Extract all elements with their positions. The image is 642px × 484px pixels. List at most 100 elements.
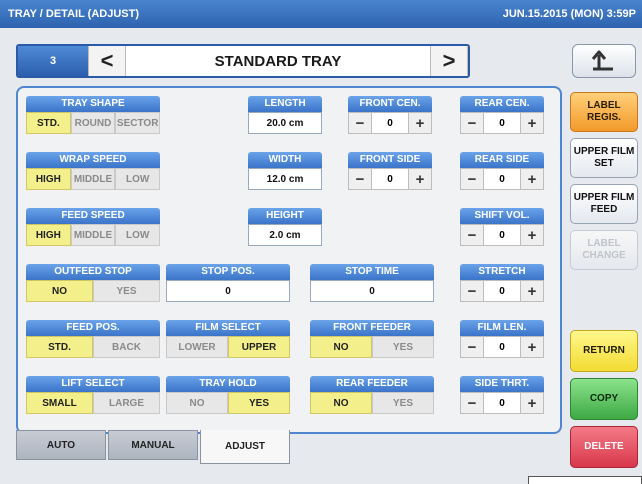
shift-vol-plus-button[interactable]: + [520, 224, 544, 246]
outfeed-stop-no[interactable]: NO [26, 280, 93, 302]
side-thrt-stepper: − 0 + [460, 392, 544, 414]
feed-pos-options: STD. BACK [26, 336, 160, 358]
tray-hold-label: TRAY HOLD [166, 376, 290, 392]
film-len-stepper: − 0 + [460, 336, 544, 358]
stop-time-field[interactable]: 0 [310, 280, 434, 302]
tray-hold-yes[interactable]: YES [228, 392, 290, 414]
shift-vol-group: SHIFT VOL. − 0 + [460, 208, 544, 246]
wrap-speed-label: WRAP SPEED [26, 152, 160, 168]
stretch-stepper: − 0 + [460, 280, 544, 302]
tab-auto[interactable]: AUTO [16, 430, 106, 460]
front-side-plus-button[interactable]: + [408, 168, 432, 190]
rear-side-minus-button[interactable]: − [460, 168, 484, 190]
wrap-speed-low[interactable]: LOW [115, 168, 161, 190]
side-thrt-group: SIDE THRT. − 0 + [460, 376, 544, 414]
front-feeder-yes[interactable]: YES [372, 336, 434, 358]
next-tray-button[interactable]: > [430, 46, 468, 76]
tray-shape-std[interactable]: STD. [26, 112, 71, 134]
upper-film-feed-button[interactable]: UPPER FILM FEED [570, 184, 638, 224]
length-field[interactable]: 20.0 cm [248, 112, 322, 134]
wrap-speed-options: HIGH MIDDLE LOW [26, 168, 161, 190]
shift-vol-minus-button[interactable]: − [460, 224, 484, 246]
shift-vol-label: SHIFT VOL. [460, 208, 544, 224]
back-button[interactable] [572, 44, 636, 78]
tray-shape-sector[interactable]: SECTOR [115, 112, 161, 134]
side-thrt-minus-button[interactable]: − [460, 392, 484, 414]
front-feeder-group: FRONT FEEDER NO YES [310, 320, 434, 358]
front-feeder-no[interactable]: NO [310, 336, 372, 358]
feed-speed-high[interactable]: HIGH [26, 224, 71, 246]
stretch-label: STRETCH [460, 264, 544, 280]
rear-feeder-no[interactable]: NO [310, 392, 372, 414]
stretch-group: STRETCH − 0 + [460, 264, 544, 302]
front-feeder-options: NO YES [310, 336, 434, 358]
rear-cen-minus-button[interactable]: − [460, 112, 484, 134]
stretch-plus-button[interactable]: + [520, 280, 544, 302]
mode-tabs: AUTO MANUAL ADJUST [16, 430, 292, 464]
stop-time-group: STOP TIME 0 [310, 264, 434, 302]
stretch-minus-button[interactable]: − [460, 280, 484, 302]
lift-select-large[interactable]: LARGE [93, 392, 160, 414]
outfeed-stop-label: OUTFEED STOP [26, 264, 160, 280]
lift-select-options: SMALL LARGE [26, 392, 160, 414]
rear-side-plus-button[interactable]: + [520, 168, 544, 190]
copy-button[interactable]: COPY [570, 378, 638, 420]
upper-film-set-button[interactable]: UPPER FILM SET [570, 138, 638, 178]
front-cen-group: FRONT CEN. − 0 + [348, 96, 432, 134]
film-len-minus-button[interactable]: − [460, 336, 484, 358]
prev-tray-button[interactable]: < [88, 46, 126, 76]
delete-button[interactable]: DELETE [570, 426, 638, 468]
tab-manual[interactable]: MANUAL [108, 430, 198, 460]
rear-feeder-yes[interactable]: YES [372, 392, 434, 414]
rear-cen-value: 0 [484, 112, 520, 134]
height-label: HEIGHT [248, 208, 322, 224]
length-group: LENGTH 20.0 cm [248, 96, 322, 134]
outfeed-stop-options: NO YES [26, 280, 160, 302]
front-side-minus-button[interactable]: − [348, 168, 372, 190]
return-arrow-icon [591, 50, 613, 71]
film-select-lower[interactable]: LOWER [166, 336, 228, 358]
tab-adjust[interactable]: ADJUST [200, 430, 290, 464]
tray-navigator: 3 < STANDARD TRAY > [16, 44, 470, 78]
stop-pos-field[interactable]: 0 [166, 280, 290, 302]
side-thrt-plus-button[interactable]: + [520, 392, 544, 414]
wrap-speed-high[interactable]: HIGH [26, 168, 71, 190]
rear-cen-label: REAR CEN. [460, 96, 544, 112]
lift-select-label: LIFT SELECT [26, 376, 160, 392]
wrap-speed-middle[interactable]: MIDDLE [70, 168, 116, 190]
outfeed-stop-yes[interactable]: YES [93, 280, 160, 302]
front-cen-minus-button[interactable]: − [348, 112, 372, 134]
feed-speed-low[interactable]: LOW [115, 224, 161, 246]
feed-pos-back[interactable]: BACK [93, 336, 160, 358]
rear-feeder-group: REAR FEEDER NO YES [310, 376, 434, 414]
rear-side-group: REAR SIDE − 0 + [460, 152, 544, 190]
feed-pos-std[interactable]: STD. [26, 336, 93, 358]
lift-select-small[interactable]: SMALL [26, 392, 93, 414]
return-button[interactable]: RETURN [570, 330, 638, 372]
screen-title: TRAY / DETAIL (ADJUST) [8, 8, 139, 20]
date-time: JUN.15.2015 (MON) 3:59P [502, 8, 636, 20]
film-select-options: LOWER UPPER [166, 336, 290, 358]
side-thrt-value: 0 [484, 392, 520, 414]
tray-hold-no[interactable]: NO [166, 392, 228, 414]
stop-pos-label: STOP POS. [166, 264, 290, 280]
width-label: WIDTH [248, 152, 322, 168]
front-cen-plus-button[interactable]: + [408, 112, 432, 134]
label-regis-button[interactable]: LABEL REGIS. [570, 92, 638, 132]
chevron-left-icon: < [100, 48, 114, 73]
width-field[interactable]: 12.0 cm [248, 168, 322, 190]
stop-time-label: STOP TIME [310, 264, 434, 280]
height-field[interactable]: 2.0 cm [248, 224, 322, 246]
rear-side-value: 0 [484, 168, 520, 190]
label-change-button[interactable]: LABEL CHANGE [570, 230, 638, 270]
rear-cen-stepper: − 0 + [460, 112, 544, 134]
film-len-plus-button[interactable]: + [520, 336, 544, 358]
tray-shape-round[interactable]: ROUND [70, 112, 116, 134]
film-len-label: FILM LEN. [460, 320, 544, 336]
height-group: HEIGHT 2.0 cm [248, 208, 322, 246]
wrap-speed-group: WRAP SPEED HIGH MIDDLE LOW [26, 152, 161, 190]
chevron-right-icon: > [442, 48, 456, 73]
film-select-upper[interactable]: UPPER [228, 336, 290, 358]
rear-cen-plus-button[interactable]: + [520, 112, 544, 134]
feed-speed-middle[interactable]: MIDDLE [70, 224, 116, 246]
